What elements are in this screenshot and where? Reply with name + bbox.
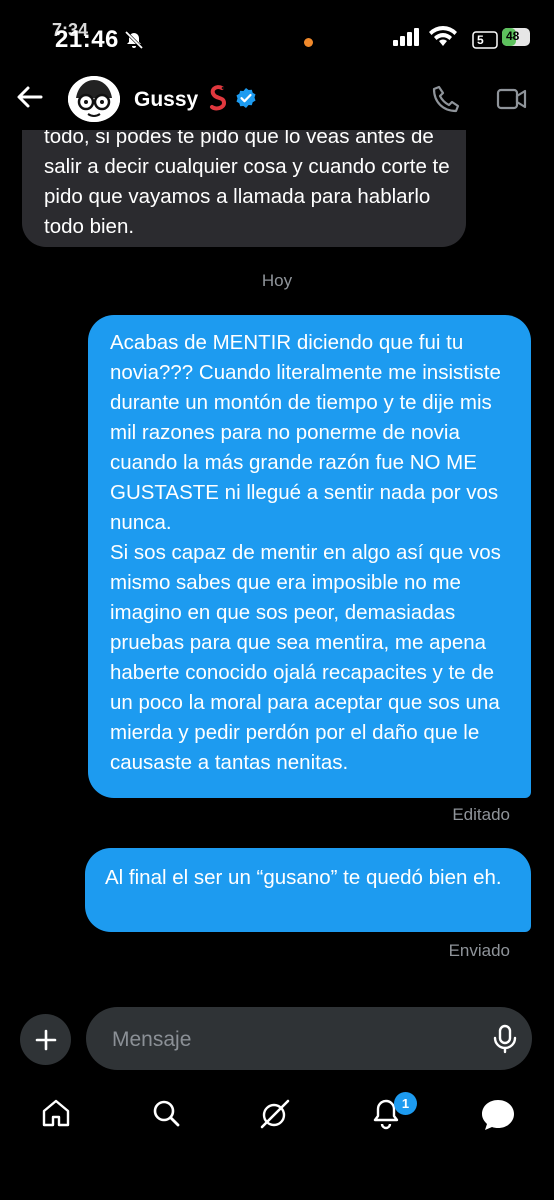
home-icon[interactable] [40, 1097, 72, 1134]
battery-level: 48 [506, 29, 520, 43]
verified-badge-icon [235, 87, 257, 114]
back-arrow-icon[interactable] [14, 82, 44, 117]
avatar[interactable] [68, 76, 120, 122]
status-time: 21:46 [55, 26, 119, 53]
worm-emoji-icon [204, 84, 230, 117]
outgoing-message-text: Acabas de MENTIR diciendo que fui tu nov… [110, 331, 501, 774]
contact-name[interactable]: Gussy [134, 88, 198, 112]
video-call-icon[interactable] [496, 86, 528, 117]
status-bar: 7:34 21:46 5 48 [0, 0, 554, 70]
incoming-message-text: todo, si podes te pido que lo veas antes… [44, 125, 450, 238]
phone-call-icon[interactable] [431, 84, 461, 119]
message-composer [86, 1007, 532, 1072]
add-attachment-button[interactable] [20, 1014, 71, 1065]
messages-icon[interactable] [480, 1097, 516, 1136]
outgoing-message-text: Al final el ser un “gusano” te quedó bie… [105, 866, 502, 889]
plus-icon [35, 1029, 56, 1050]
message-status-edited: Editado [452, 805, 510, 824]
microphone-icon[interactable] [492, 1024, 518, 1059]
network-label: 5 [477, 33, 484, 47]
bottom-navigation [0, 1085, 554, 1200]
outgoing-message-bubble[interactable]: Al final el ser un “gusano” te quedó bie… [85, 848, 531, 932]
wifi-icon [427, 25, 459, 52]
cellular-signal-icon [393, 28, 421, 51]
search-icon[interactable] [150, 1097, 182, 1134]
day-separator: Hoy [261, 271, 293, 290]
outgoing-message-bubble[interactable]: Acabas de MENTIR diciendo que fui tu nov… [88, 315, 531, 798]
conversation-header: Gussy [0, 70, 554, 130]
message-input[interactable] [110, 1007, 464, 1072]
privacy-indicator-dot [304, 38, 313, 47]
notifications-badge: 1 [394, 1092, 417, 1115]
bell-muted-icon [124, 30, 144, 55]
message-status-sent: Enviado [448, 941, 510, 960]
grok-icon[interactable] [258, 1097, 292, 1136]
